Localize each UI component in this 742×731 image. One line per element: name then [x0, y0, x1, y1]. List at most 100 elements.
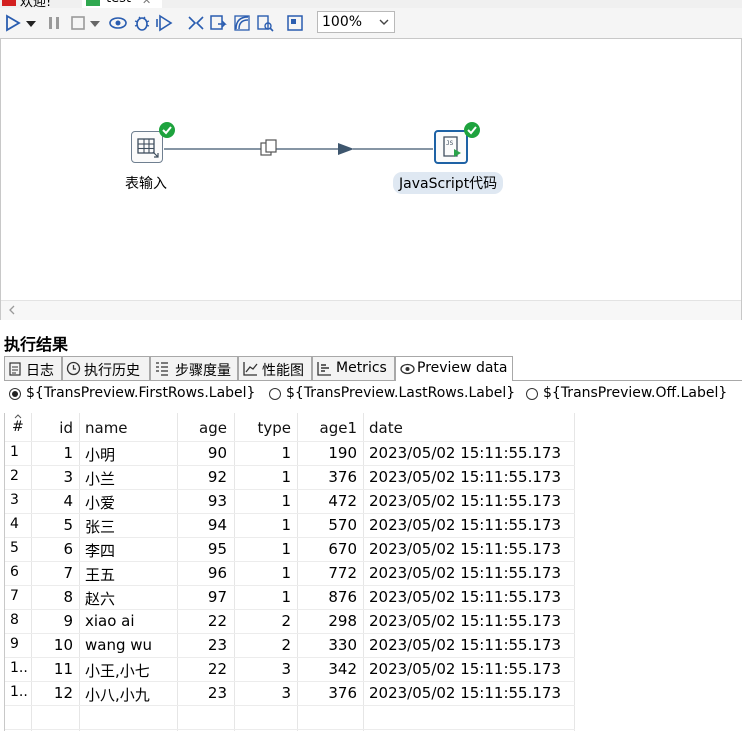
table-cell: 93: [207, 492, 227, 510]
tab-history[interactable]: 执行历史: [62, 356, 150, 380]
row-number: 1: [10, 444, 19, 460]
table-cell: 2023/05/02 15:11:55.173: [369, 636, 561, 654]
zoom-select[interactable]: 100%: [317, 11, 395, 33]
table-cell: 2023/05/02 15:11:55.173: [369, 660, 561, 678]
success-check-icon: [159, 122, 175, 138]
table-cell: 97: [207, 588, 227, 606]
table-cell: 22: [207, 612, 227, 630]
column-header[interactable]: #: [12, 419, 24, 435]
table-cell: xiao ai: [85, 612, 135, 630]
tab-performance[interactable]: 性能图: [238, 356, 312, 380]
zoom-value: 100%: [322, 14, 363, 30]
column-header[interactable]: name: [85, 419, 128, 437]
clock-icon: [66, 361, 81, 376]
table-cell: 10: [53, 636, 73, 654]
pause-icon[interactable]: [44, 13, 64, 33]
tab-preview-data-label: Preview data: [417, 360, 508, 376]
table-cell: 小明: [85, 446, 116, 464]
step-javascript[interactable]: JS JavaScript代码: [393, 121, 523, 194]
column-header[interactable]: age: [181, 419, 227, 437]
table-cell: 5: [63, 516, 73, 534]
table-cell: 2023/05/02 15:11:55.173: [369, 468, 561, 486]
transformation-canvas[interactable]: 表输入 JS JavaScript代码: [0, 39, 742, 320]
table-cell: 2023/05/02 15:11:55.173: [369, 588, 561, 606]
table-cell: 3: [281, 660, 291, 678]
sql-icon[interactable]: [232, 13, 252, 33]
transformation-toolbar: 100%: [0, 8, 742, 39]
row-number: 2: [10, 468, 19, 484]
table-cell: 6: [63, 540, 73, 558]
analyze-impact-icon[interactable]: [208, 13, 228, 33]
replay-icon[interactable]: [155, 13, 175, 33]
column-header[interactable]: id: [35, 419, 73, 437]
table-cell: 2023/05/02 15:11:55.173: [369, 516, 561, 534]
table-cell: 2023/05/02 15:11:55.173: [369, 684, 561, 702]
transformation-icon: [86, 0, 100, 6]
table-cell: 23: [207, 684, 227, 702]
tab-welcome[interactable]: 欢迎!: [0, 0, 80, 8]
table-cell: 12: [53, 684, 73, 702]
row-number: 3: [10, 492, 19, 508]
column-header[interactable]: type: [238, 419, 291, 437]
tab-test[interactable]: test ✕: [82, 0, 162, 8]
table-cell: 8: [63, 588, 73, 606]
tab-log[interactable]: 日志: [4, 356, 62, 380]
table-cell: 2: [281, 636, 291, 654]
table-cell: 876: [328, 588, 357, 606]
tab-preview-data[interactable]: Preview data: [395, 356, 513, 381]
radio-selected-icon: [9, 388, 21, 400]
table-cell: 22: [207, 660, 227, 678]
row-number: 7: [10, 588, 19, 604]
run-icon[interactable]: [3, 13, 23, 33]
canvas-horizontal-scrollbar[interactable]: [1, 300, 741, 320]
step-label: JavaScript代码: [393, 172, 504, 194]
preview-icon[interactable]: [108, 13, 128, 33]
verify-icon[interactable]: [186, 13, 206, 33]
explore-db-icon[interactable]: [255, 13, 275, 33]
results-title: 执行结果: [4, 335, 69, 354]
svg-text:JS: JS: [446, 140, 454, 147]
table-cell: 95: [207, 540, 227, 558]
table-cell: 王五: [85, 566, 116, 584]
table-cell: 小王,小七: [85, 662, 150, 680]
table-cell: 1: [281, 444, 291, 462]
table-cell: 1: [281, 588, 291, 606]
radio-unselected-icon: [269, 388, 281, 400]
row-number: 9: [10, 636, 19, 652]
column-header[interactable]: date: [369, 419, 403, 437]
table-cell: 1: [281, 516, 291, 534]
hop-connector[interactable]: [1, 39, 741, 300]
table-cell: 1: [63, 444, 73, 462]
tab-metrics[interactable]: Metrics: [312, 356, 395, 380]
step-table-input[interactable]: 表输入: [121, 121, 181, 193]
tab-welcome-label: 欢迎!: [20, 0, 52, 8]
javascript-icon: JS: [434, 130, 468, 164]
table-cell: 2023/05/02 15:11:55.173: [369, 540, 561, 558]
row-number: 8: [10, 612, 19, 628]
table-cell: 小爱: [85, 494, 116, 512]
tab-step-metrics[interactable]: 步骤度量: [150, 356, 238, 380]
run-dropdown-icon[interactable]: [24, 13, 38, 33]
table-cell: 94: [207, 516, 227, 534]
grid-align-icon[interactable]: [285, 13, 305, 33]
close-tab-icon[interactable]: ✕: [142, 0, 151, 7]
preview-mode-options: ${TransPreview.FirstRows.Label} ${TransP…: [4, 381, 742, 409]
table-cell: 9: [63, 612, 73, 630]
table-cell: 张三: [85, 518, 116, 536]
table-cell: 96: [207, 564, 227, 582]
table-cell: 1: [281, 468, 291, 486]
scroll-left-icon[interactable]: [7, 304, 17, 316]
column-header[interactable]: age1: [301, 419, 358, 437]
stop-dropdown-icon[interactable]: [88, 13, 102, 33]
stop-icon[interactable]: [68, 13, 88, 33]
tab-log-label: 日志: [26, 363, 54, 379]
preview-data-table[interactable]: # id name age type age1 date 1 1 小明 90 1 190 2…: [4, 413, 742, 731]
table-cell: 赵六: [85, 590, 116, 608]
table-cell: 3: [63, 468, 73, 486]
chevron-down-icon: [379, 19, 389, 25]
eye-icon: [400, 363, 415, 375]
results-tab-bar: 日志 执行历史 步骤度量 性能图 Metrics Preview data: [4, 356, 742, 381]
tab-performance-label: 性能图: [262, 363, 304, 379]
debug-icon[interactable]: [132, 13, 152, 33]
chart-icon: [243, 362, 258, 376]
